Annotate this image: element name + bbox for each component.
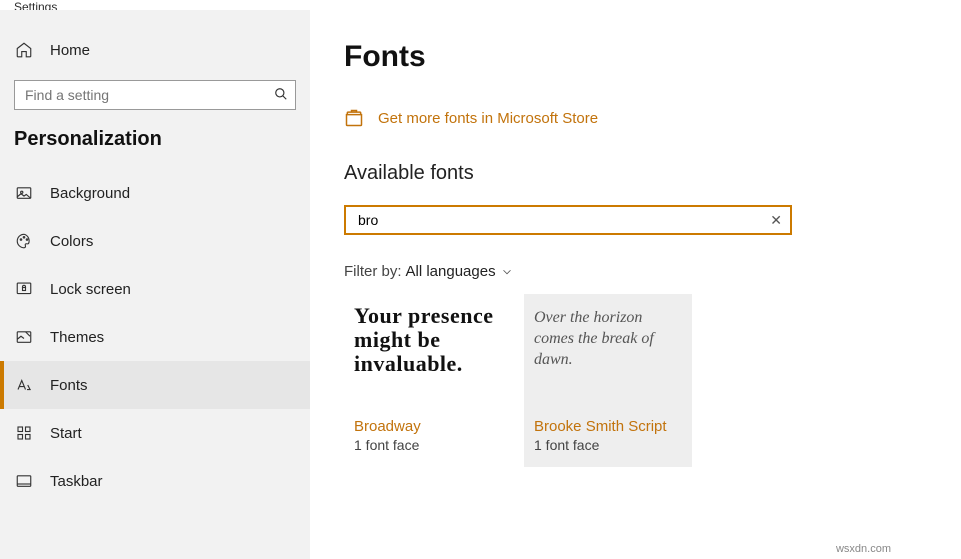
sidebar-item-colors[interactable]: Colors: [0, 217, 310, 265]
content-area: Fonts Get more fonts in Microsoft Store …: [310, 10, 961, 559]
sidebar-search-input[interactable]: [14, 80, 296, 110]
font-name: Brooke Smith Script: [534, 418, 682, 435]
font-card-brooke-smith[interactable]: Over the horizon comes the break of dawn…: [524, 294, 692, 467]
home-icon: [14, 41, 34, 59]
font-card-broadway[interactable]: Your presence might be invaluable. Broad…: [344, 294, 512, 467]
sidebar-search: [14, 80, 296, 110]
sidebar-item-taskbar[interactable]: Taskbar: [0, 457, 310, 505]
font-search: ✕: [344, 205, 792, 235]
image-icon: [14, 184, 34, 202]
main-layout: Home Personalization Background Colors: [0, 10, 961, 559]
font-name: Broadway: [354, 418, 502, 435]
store-link[interactable]: Get more fonts in Microsoft Store: [344, 108, 961, 128]
font-icon: [14, 376, 34, 394]
lock-screen-icon: [14, 280, 34, 298]
sidebar-item-label: Themes: [50, 329, 104, 346]
sidebar-item-label: Start: [50, 425, 82, 442]
sidebar: Home Personalization Background Colors: [0, 10, 310, 559]
filter-label: Filter by:: [344, 263, 402, 280]
home-label: Home: [50, 42, 90, 59]
page-title: Fonts: [344, 40, 961, 74]
font-face-count: 1 font face: [534, 437, 682, 453]
font-sample: Your presence might be invaluable.: [354, 304, 502, 408]
available-fonts-heading: Available fonts: [344, 162, 961, 185]
palette-icon: [14, 232, 34, 250]
themes-icon: [14, 328, 34, 346]
store-link-label: Get more fonts in Microsoft Store: [378, 110, 598, 127]
sidebar-item-background[interactable]: Background: [0, 169, 310, 217]
filter-value: All languages: [406, 263, 496, 280]
search-icon[interactable]: [274, 87, 288, 101]
window-title: Settings: [0, 0, 961, 10]
filter-dropdown[interactable]: Filter by: All languages: [344, 263, 961, 280]
watermark: wsxdn.com: [836, 543, 891, 555]
store-icon: [344, 108, 364, 128]
sidebar-item-label: Fonts: [50, 377, 88, 394]
sidebar-item-themes[interactable]: Themes: [0, 313, 310, 361]
sidebar-item-label: Colors: [50, 233, 93, 250]
sidebar-item-label: Taskbar: [50, 473, 103, 490]
sidebar-item-label: Background: [50, 185, 130, 202]
taskbar-icon: [14, 472, 34, 490]
sidebar-item-label: Lock screen: [50, 281, 131, 298]
chevron-down-icon: [500, 265, 514, 279]
font-face-count: 1 font face: [354, 437, 502, 453]
home-link[interactable]: Home: [0, 26, 310, 74]
sidebar-item-start[interactable]: Start: [0, 409, 310, 457]
start-icon: [14, 424, 34, 442]
font-sample: Over the horizon comes the break of dawn…: [534, 304, 682, 408]
font-search-input[interactable]: [344, 205, 792, 235]
font-grid: Your presence might be invaluable. Broad…: [344, 294, 961, 467]
sidebar-heading: Personalization: [0, 128, 310, 169]
sidebar-item-fonts[interactable]: Fonts: [0, 361, 310, 409]
sidebar-item-lock-screen[interactable]: Lock screen: [0, 265, 310, 313]
clear-icon[interactable]: ✕: [770, 212, 782, 229]
